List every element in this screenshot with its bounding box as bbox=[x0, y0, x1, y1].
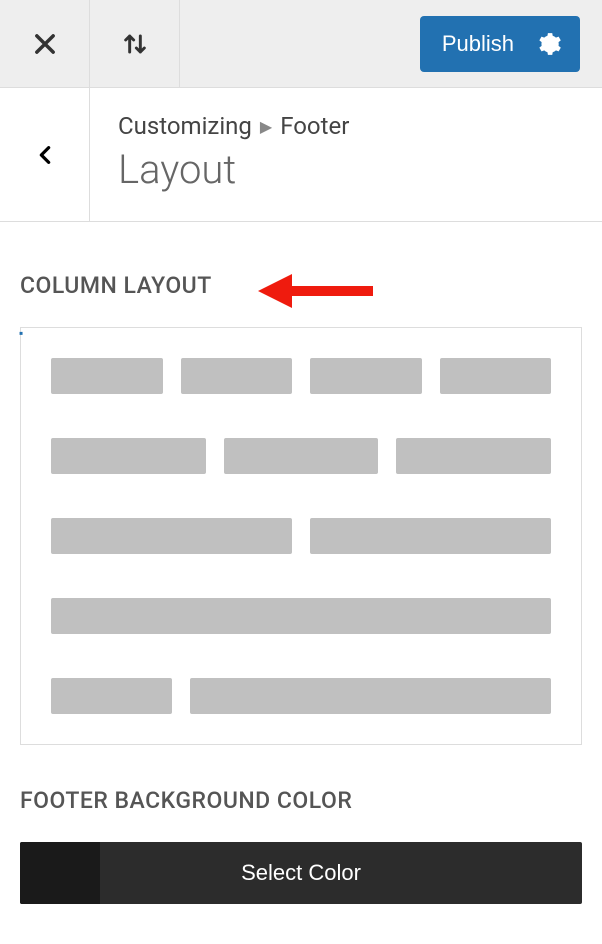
chevron-left-icon bbox=[34, 139, 56, 171]
content: Column Layout ▪ Footer Background Color bbox=[0, 222, 602, 924]
header-row: Customizing ▶ Footer Layout bbox=[0, 88, 602, 222]
device-toggle-button[interactable] bbox=[90, 0, 180, 87]
layout-option-3-columns[interactable] bbox=[51, 438, 551, 474]
select-color-label: Select Color bbox=[241, 860, 361, 885]
column-block bbox=[310, 358, 422, 394]
column-block bbox=[51, 678, 172, 714]
column-block bbox=[51, 358, 163, 394]
breadcrumb-root: Customizing bbox=[118, 112, 252, 140]
column-block bbox=[224, 438, 379, 474]
column-block bbox=[51, 438, 206, 474]
publish-settings[interactable] bbox=[536, 31, 580, 57]
publish-button-label: Publish bbox=[420, 31, 536, 57]
column-block bbox=[51, 518, 292, 554]
publish-area: Publish bbox=[420, 0, 602, 87]
chevron-right-icon: ▶ bbox=[260, 117, 272, 136]
footer-background-label: Footer Background Color bbox=[20, 787, 582, 814]
column-block bbox=[440, 358, 552, 394]
column-block bbox=[310, 518, 551, 554]
column-layout-picker: ▪ bbox=[20, 327, 582, 745]
column-block bbox=[51, 598, 551, 634]
breadcrumb: Customizing ▶ Footer bbox=[118, 112, 574, 140]
close-button[interactable] bbox=[0, 0, 90, 87]
topbar-spacer bbox=[180, 0, 420, 87]
publish-button[interactable]: Publish bbox=[420, 16, 580, 72]
column-layout-label: Column Layout bbox=[20, 272, 582, 299]
back-button[interactable] bbox=[0, 88, 90, 221]
page-title: Layout bbox=[118, 146, 574, 193]
gear-icon bbox=[536, 31, 562, 57]
layout-option-2-columns[interactable] bbox=[51, 518, 551, 554]
color-swatch bbox=[20, 842, 100, 904]
layout-option-4-columns[interactable] bbox=[51, 358, 551, 394]
selection-marker-icon: ▪ bbox=[19, 326, 23, 340]
column-block bbox=[190, 678, 552, 714]
topbar: Publish bbox=[0, 0, 602, 88]
breadcrumb-current: Footer bbox=[280, 112, 349, 140]
close-icon bbox=[31, 30, 59, 58]
header-text: Customizing ▶ Footer Layout bbox=[90, 88, 602, 221]
sort-arrows-icon bbox=[119, 28, 151, 60]
footer-background-section: Footer Background Color Select Color bbox=[20, 787, 582, 904]
layout-option-1-3-columns[interactable] bbox=[51, 678, 551, 714]
column-block bbox=[181, 358, 293, 394]
column-block bbox=[396, 438, 551, 474]
select-color-button[interactable]: Select Color bbox=[20, 842, 582, 904]
layout-option-1-column[interactable] bbox=[51, 598, 551, 634]
